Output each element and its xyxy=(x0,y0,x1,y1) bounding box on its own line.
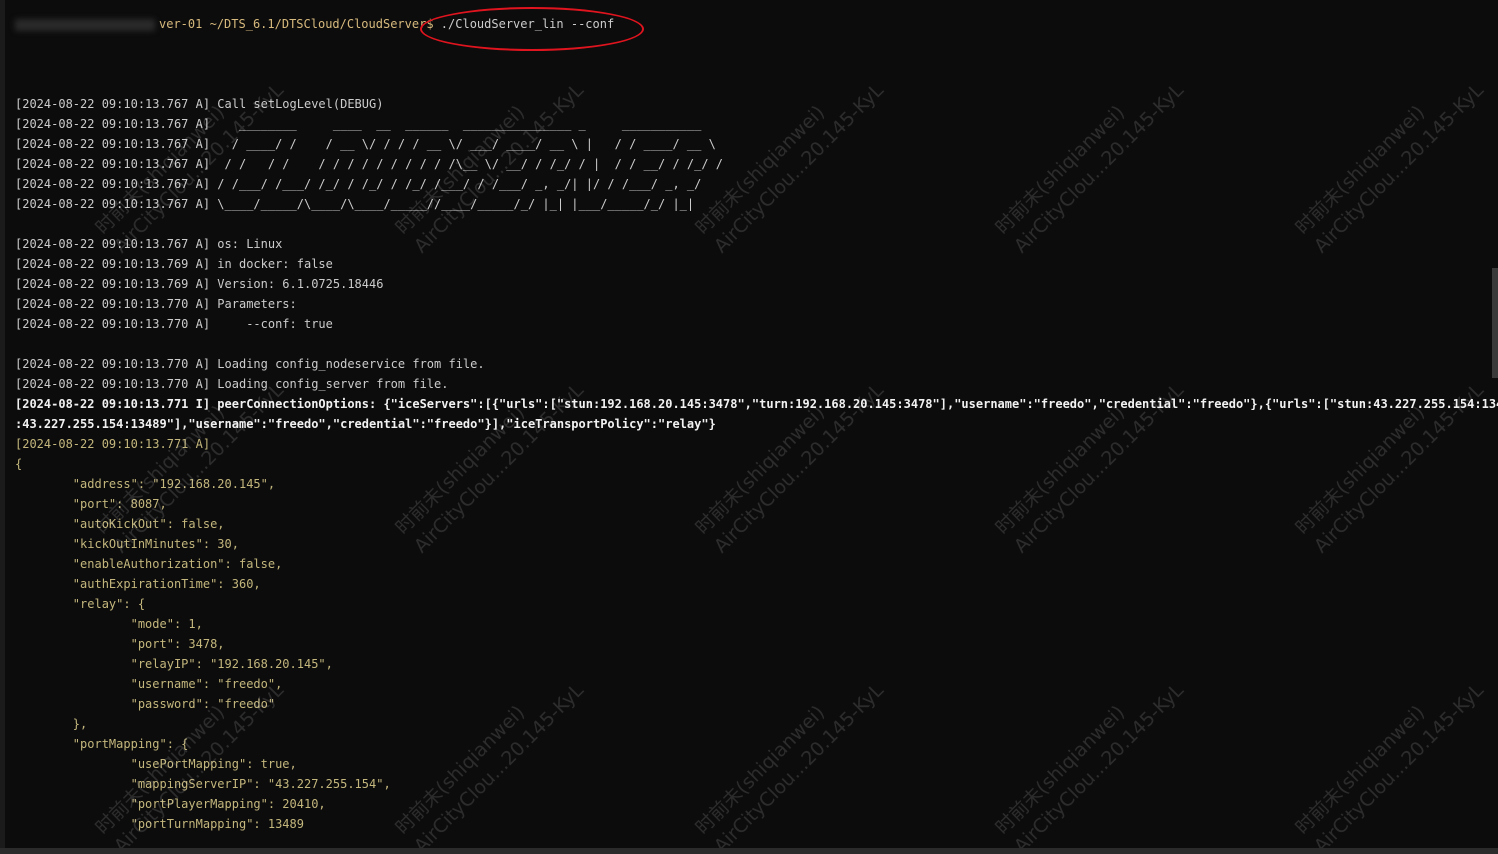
log-line: [2024-08-22 09:10:13.767 A] os: Linux xyxy=(15,237,283,251)
config-line: "authExpirationTime": 360, xyxy=(15,577,261,591)
peer-options-line: [2024-08-22 09:10:13.771 I] peerConnecti… xyxy=(15,397,1498,411)
config-line: "portPlayerMapping": 20410, xyxy=(15,797,326,811)
watermark: 时前未(shiqianwei) AirCityClou...20.145-KyL xyxy=(991,79,1188,258)
config-line: "password": "freedo" xyxy=(15,697,276,711)
bottom-scrollbar[interactable] xyxy=(0,848,1498,854)
config-line: }, xyxy=(15,717,88,731)
watermark: 时前未(shiqianwei) AirCityClou...20.145-KyL xyxy=(1291,379,1488,558)
red-circle-annotation xyxy=(420,7,644,51)
watermark: 时前未(shiqianwei) AirCityClou...20.145-KyL xyxy=(1291,679,1488,854)
log-line: [2024-08-22 09:10:13.770 A] --conf: true xyxy=(15,317,333,331)
watermark: 时前未(shiqianwei) AirCityClou...20.145-KyL xyxy=(391,679,588,854)
watermark: 时前未(shiqianwei) AirCityClou...20.145-KyL xyxy=(991,379,1188,558)
left-edge xyxy=(0,0,5,854)
config-line: "portTurnMapping": 13489 xyxy=(15,817,304,831)
terminal-window[interactable]: ver-01 ~/DTS_6.1/DTSCloud/CloudServer$ .… xyxy=(0,0,1498,854)
config-line: "portMapping": { xyxy=(15,737,189,751)
config-line: "port": 8087, xyxy=(15,497,167,511)
config-line: "relay": { xyxy=(15,597,146,611)
config-line: "mode": 1, xyxy=(15,617,203,631)
log-line: [2024-08-22 09:10:13.770 A] Parameters: xyxy=(15,297,297,311)
log-line: [2024-08-22 09:10:13.767 A] / / / / / / … xyxy=(15,157,724,171)
config-line: "mappingServerIP": "43.227.255.154", xyxy=(15,777,391,791)
config-line: [2024-08-22 09:10:13.771 A] xyxy=(15,437,211,451)
config-line: "address": "192.168.20.145", xyxy=(15,477,276,491)
config-line: { xyxy=(15,457,23,471)
watermark: 时前未(shiqianwei) AirCityClou...20.145-KyL xyxy=(691,679,888,854)
prompt-host-suffix: ver-01 xyxy=(159,17,203,31)
watermark: 时前未(shiqianwei) AirCityClou...20.145-KyL xyxy=(691,379,888,558)
log-line: [2024-08-22 09:10:13.767 A] ________ ___… xyxy=(15,117,702,131)
scrollbar-thumb[interactable] xyxy=(1492,268,1498,378)
blurred-hostname xyxy=(15,18,155,31)
config-line: "port": 3478, xyxy=(15,637,225,651)
config-line: "enableAuthorization": false, xyxy=(15,557,283,571)
log-line: [2024-08-22 09:10:13.769 A] in docker: f… xyxy=(15,257,333,271)
log-line: [2024-08-22 09:10:13.770 A] Loading conf… xyxy=(15,357,485,371)
log-line: [2024-08-22 09:10:13.770 A] Loading conf… xyxy=(15,377,449,391)
log-line: [2024-08-22 09:10:13.767 A] Call setLogL… xyxy=(15,97,384,111)
log-line: [2024-08-22 09:10:13.767 A] \____/_____/… xyxy=(15,197,695,211)
peer-options-line: :43.227.255.154:13489"],"username":"free… xyxy=(15,417,716,431)
prompt-path: ~/DTS_6.1/DTSCloud/CloudServer xyxy=(209,17,427,31)
log-line: [2024-08-22 09:10:13.767 A] / /___/ /___… xyxy=(15,177,702,191)
config-line: "autoKickOut": false, xyxy=(15,517,225,531)
log-line: [2024-08-22 09:10:13.767 A] / ____/ / / … xyxy=(15,137,716,151)
config-line: "kickOutInMinutes": 30, xyxy=(15,537,239,551)
watermark: 时前未(shiqianwei) AirCityClou...20.145-KyL xyxy=(1291,79,1488,258)
config-line: "relayIP": "192.168.20.145", xyxy=(15,657,333,671)
watermark: 时前未(shiqianwei) AirCityClou...20.145-KyL xyxy=(991,679,1188,854)
config-line: "usePortMapping": true, xyxy=(15,757,297,771)
log-line: [2024-08-22 09:10:13.769 A] Version: 6.1… xyxy=(15,277,384,291)
config-line: "username": "freedo", xyxy=(15,677,283,691)
